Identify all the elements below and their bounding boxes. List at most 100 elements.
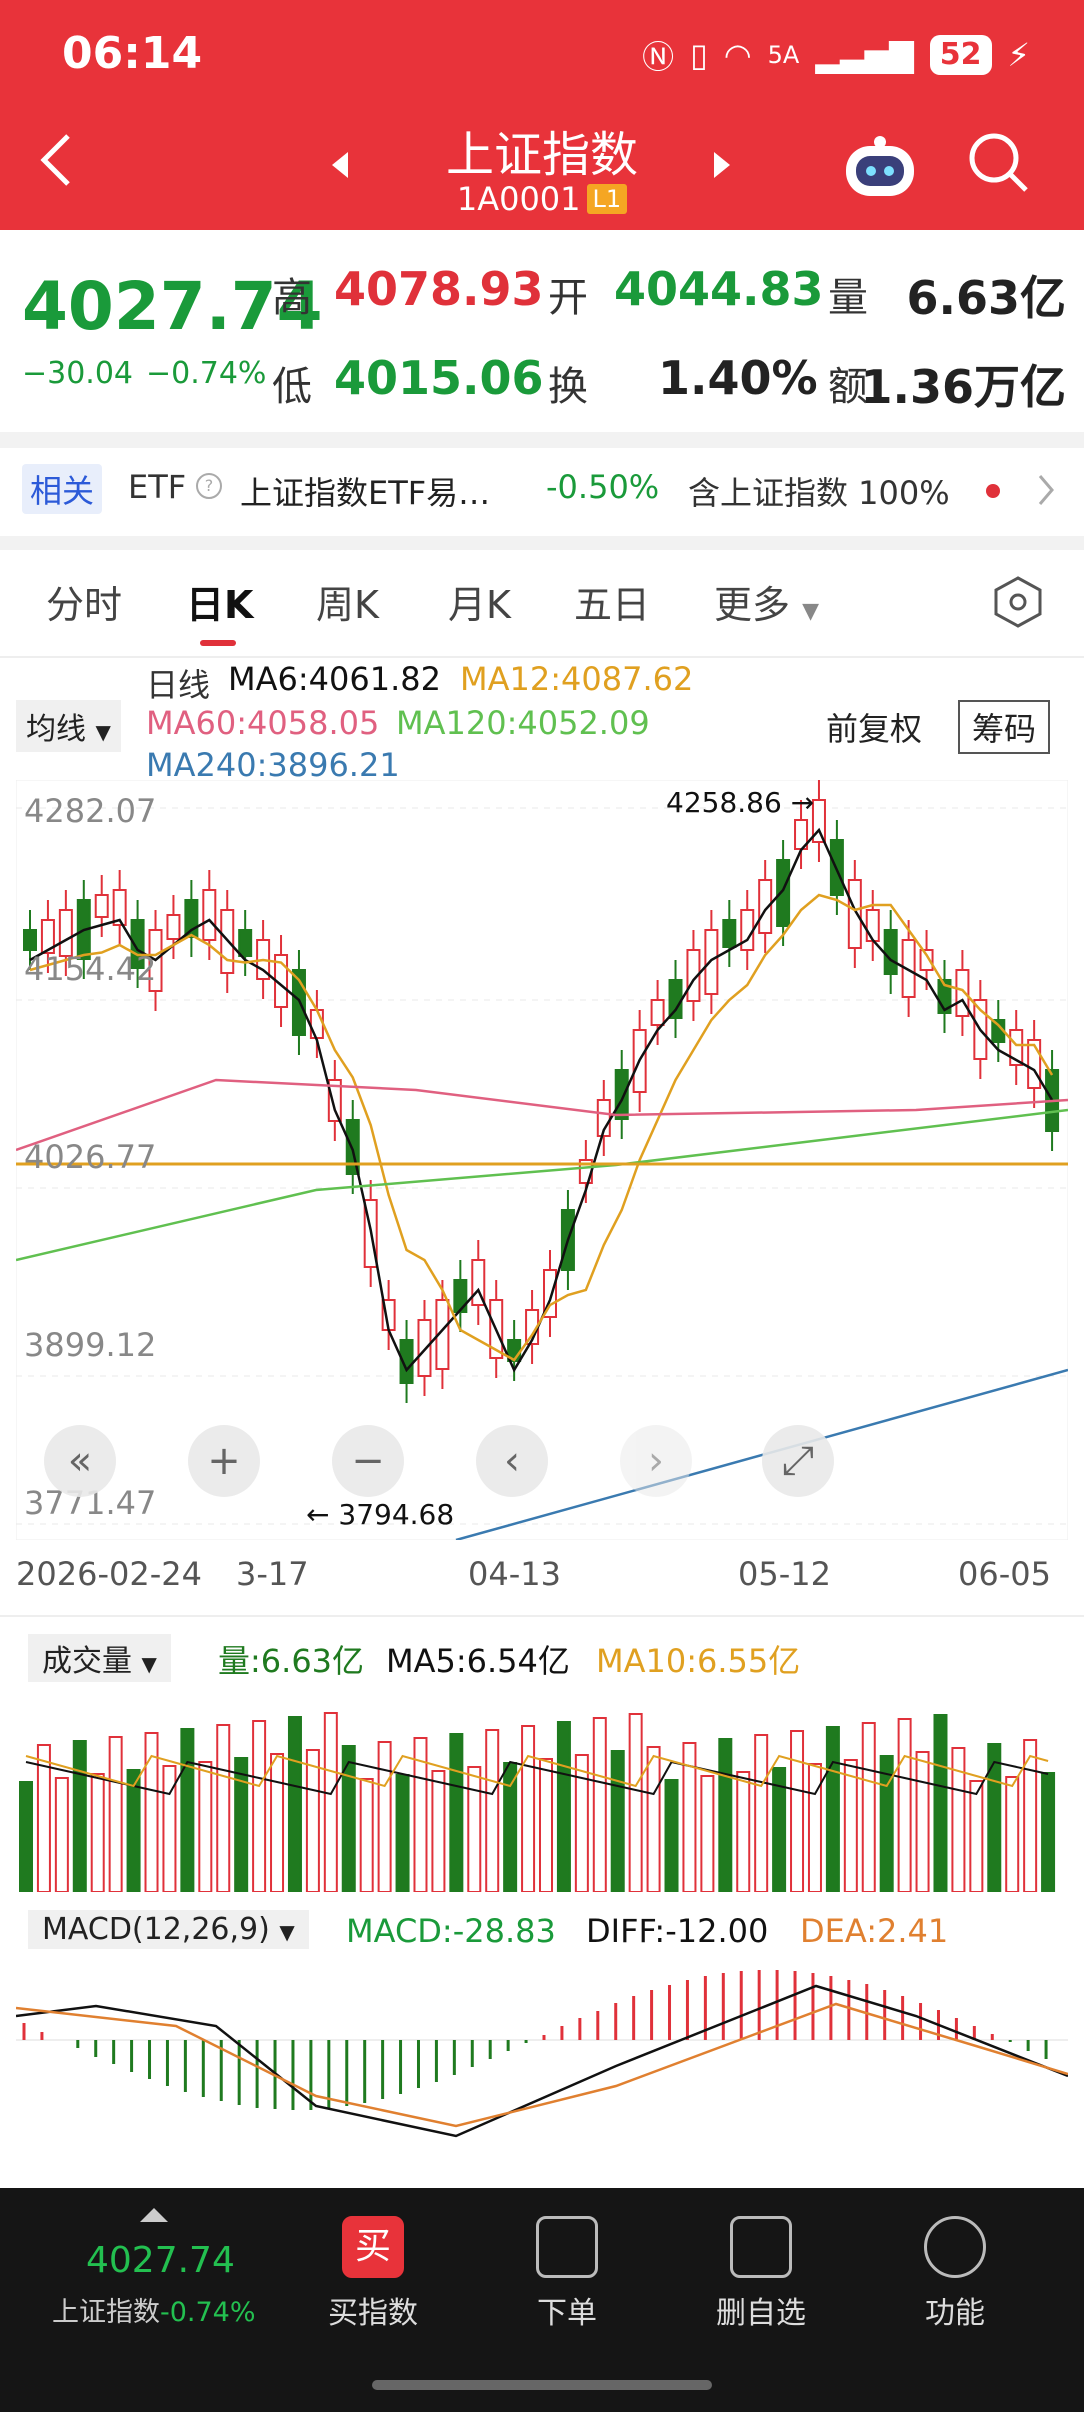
volume-bar — [628, 1713, 643, 1892]
place-order-button[interactable]: 下单 — [482, 2216, 652, 2332]
candle-body — [650, 999, 665, 1026]
page-title: 上证指数 — [445, 127, 638, 183]
max-price-value: 4258.86 — [666, 786, 782, 819]
etf-change: -0.50% — [546, 468, 660, 506]
settings-hexagon-icon[interactable] — [990, 574, 1046, 630]
volume-bar — [252, 1720, 267, 1892]
zoom-in-button[interactable]: + — [188, 1425, 260, 1497]
macd-select[interactable]: MACD(12,26,9) ▼ — [28, 1910, 309, 1949]
home-indicator — [372, 2380, 712, 2390]
volume-bar — [861, 1722, 876, 1892]
volume-bar — [807, 1763, 822, 1892]
buy-index-label: 买指数 — [328, 2296, 418, 2331]
tab-daily-k[interactable]: 日K — [186, 574, 253, 629]
level-badge: L1 — [586, 184, 628, 214]
bottom-pct: -0.74% — [160, 2297, 256, 2328]
bottom-toolbar: 4027.74 上证指数-0.74% 买 买指数 下单 删自选 功能 — [0, 2188, 1084, 2412]
remove-watchlist-button[interactable]: 删自选 — [676, 2216, 846, 2332]
scroll-left-button[interactable]: ‹ — [476, 1425, 548, 1497]
candle-body — [94, 894, 109, 918]
volume-bar — [539, 1758, 553, 1892]
scroll-right-button[interactable]: › — [620, 1425, 692, 1497]
volume-bar — [485, 1729, 500, 1892]
adjust-mode[interactable]: 前复权 — [826, 704, 922, 750]
diff-line — [16, 1984, 1068, 2138]
volume-select[interactable]: 成交量 ▼ — [28, 1634, 171, 1682]
volume-chart — [19, 1712, 1056, 1892]
low-value: 4015.06 — [334, 351, 544, 405]
candle-body — [23, 929, 37, 951]
status-icons: Ⓝ ▯ ◠ 5A ▂▃▅▇ 52 ⚡ — [642, 30, 1030, 80]
expand-up-icon[interactable] — [140, 2208, 168, 2222]
macd-chart — [16, 1970, 1068, 2138]
volume-bar — [610, 1750, 625, 1892]
app-header: 06:14 Ⓝ ▯ ◠ 5A ▂▃▅▇ 52 ⚡ 上证指数 1A0001 L1 — [0, 0, 1084, 230]
search-icon[interactable] — [964, 128, 1034, 198]
dea-line — [16, 2002, 1068, 2128]
volume-bar — [126, 1769, 141, 1892]
buy-icon: 买 — [342, 2216, 404, 2278]
active-tab-indicator — [200, 640, 236, 646]
macd-select-label: MACD(12,26,9) — [42, 1912, 270, 1947]
signal-icon: ▂▃▅▇ — [815, 36, 914, 74]
ma-select[interactable]: 均线 ▼ — [16, 700, 121, 752]
help-icon[interactable]: ? — [196, 473, 222, 499]
candle-body — [883, 929, 898, 975]
volume-bar — [90, 1773, 105, 1892]
tab-five-day[interactable]: 五日 — [574, 574, 650, 629]
diff-value: DIFF:-12.00 — [586, 1912, 769, 1950]
plus-icon: + — [207, 1438, 241, 1484]
menu-circle-icon — [924, 2216, 986, 2278]
robot-assistant-icon[interactable] — [840, 128, 920, 200]
chip-button[interactable]: 筹码 — [958, 700, 1051, 754]
fullscreen-button[interactable]: ⤢ — [762, 1425, 834, 1497]
ma12-value: MA12:4087.62 — [460, 660, 694, 698]
y-tick-2: 4154.42 — [24, 950, 157, 988]
functions-label: 功能 — [925, 2296, 985, 2331]
x-tick-4: 05-12 — [738, 1555, 831, 1593]
tab-more[interactable]: 更多 ▼ — [714, 574, 819, 629]
functions-button[interactable]: 功能 — [870, 2216, 1040, 2332]
volume-bar — [431, 1770, 446, 1892]
min-price-value: 3794.68 — [338, 1498, 455, 1531]
volume-bar — [359, 1778, 374, 1892]
volume-bar — [1041, 1772, 1056, 1892]
volume-select-label: 成交量 — [42, 1644, 132, 1679]
place-order-label: 下单 — [537, 2296, 597, 2331]
volume-bar — [108, 1736, 123, 1892]
volume-bar — [915, 1751, 930, 1892]
red-dot-icon — [986, 484, 1000, 498]
network-label: 5A — [767, 41, 800, 69]
max-price-label: 4258.86 → — [666, 786, 815, 819]
minus-box-icon — [730, 2216, 792, 2278]
kline-chart[interactable] — [16, 780, 1068, 1540]
related-etf-row[interactable]: 相关 ETF ? 上证指数ETF易… -0.50% 含上证指数 100% — [0, 448, 1084, 536]
tab-intraday[interactable]: 分时 — [46, 574, 122, 629]
tab-monthly-k[interactable]: 月K — [448, 574, 511, 629]
y-tick-1: 4282.07 — [24, 792, 157, 830]
zoom-out-far-button[interactable]: « — [44, 1425, 116, 1497]
volume-bar — [287, 1716, 302, 1892]
volume-bar — [467, 1766, 482, 1892]
zoom-out-button[interactable]: − — [332, 1425, 404, 1497]
volume-bar — [395, 1774, 410, 1892]
ma120-value: MA120:4052.09 — [396, 704, 650, 742]
chevron-right-icon[interactable] — [1036, 472, 1056, 508]
turnover-label: 换 — [548, 364, 588, 410]
candle-body — [417, 1319, 432, 1377]
wifi-icon: ◠ — [723, 36, 752, 74]
volume-bar — [449, 1733, 464, 1892]
open-label: 开 — [548, 275, 588, 321]
candle-body — [453, 1279, 468, 1313]
candle-body — [166, 914, 181, 940]
volume-bar — [987, 1743, 1002, 1892]
candle-body — [202, 889, 217, 941]
volume-ma10-line — [25, 1754, 1049, 1788]
tab-weekly-k[interactable]: 周K — [316, 574, 379, 629]
volume-bar — [216, 1724, 231, 1892]
candle-body — [309, 1009, 324, 1039]
chevron-left-icon: ‹ — [504, 1438, 520, 1484]
volume-bar — [19, 1781, 33, 1892]
volume-bar — [790, 1730, 805, 1892]
buy-index-button[interactable]: 买 买指数 — [288, 2216, 458, 2332]
